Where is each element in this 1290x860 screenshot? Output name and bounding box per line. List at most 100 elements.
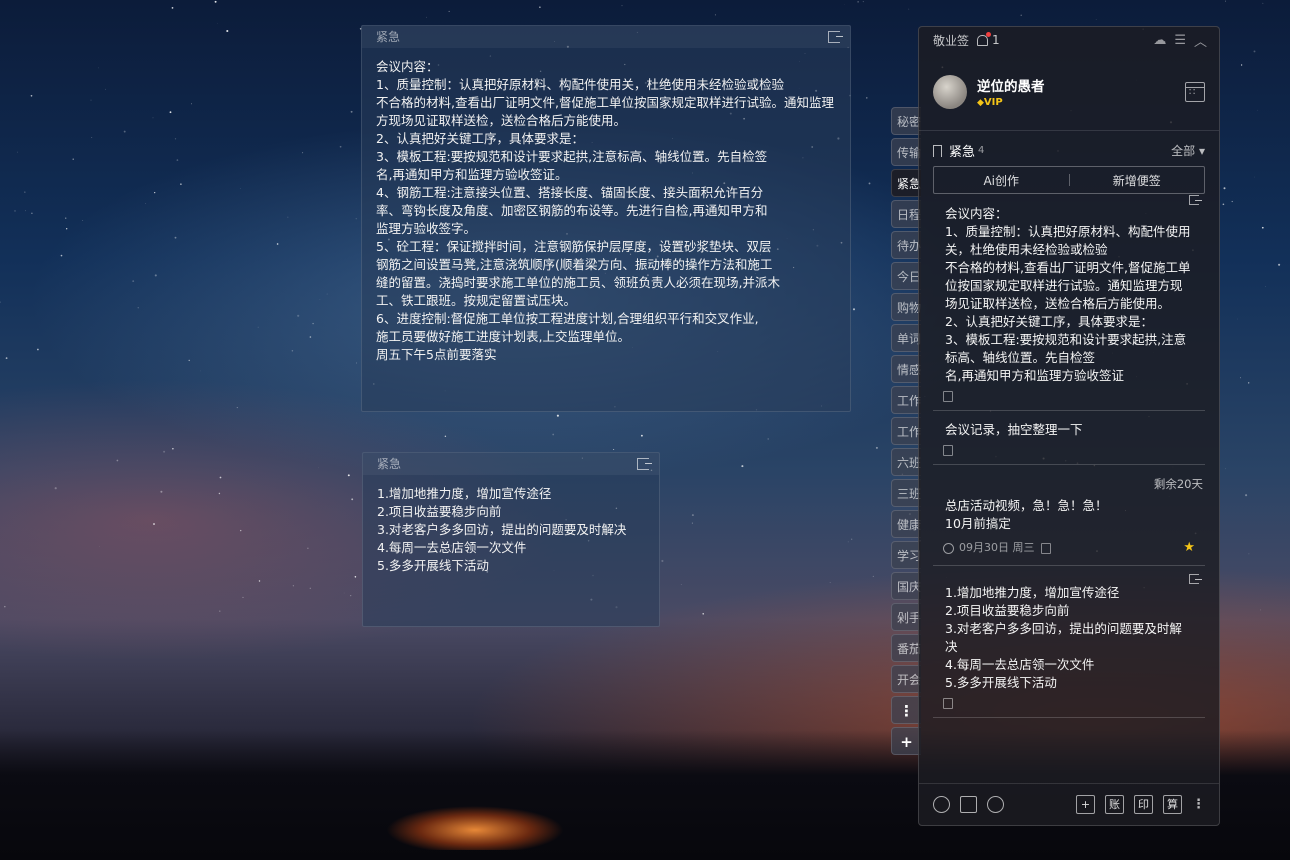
- star: [680, 584, 682, 585]
- star: [312, 322, 314, 325]
- note-content[interactable]: 会议内容： 1、质量控制：认真把好原材料、构配件使用关，杜绝使用未经检验或检验 …: [362, 48, 850, 374]
- ledger-button[interactable]: 账: [1105, 795, 1124, 814]
- collapse-icon[interactable]: ︿: [1194, 31, 1207, 50]
- add-tab-button[interactable]: +: [891, 727, 921, 755]
- tab-category[interactable]: 番茄: [891, 634, 921, 662]
- note-content[interactable]: 1.增加地推力度，增加宣传途径 2.项目收益要稳步向前 3.对老客户多多回访，提…: [363, 475, 659, 585]
- list-item[interactable]: 1.增加地推力度，增加宣传途径 2.项目收益要稳步向前 3.对老客户多多回访，提…: [933, 566, 1205, 718]
- calculator-button[interactable]: 算: [1163, 795, 1182, 814]
- checklist-icon[interactable]: [960, 796, 977, 813]
- list-item[interactable]: 会议记录，抽空整理一下: [933, 411, 1205, 465]
- star: [1248, 382, 1250, 384]
- star: [30, 94, 33, 97]
- tab-category[interactable]: 日程: [891, 200, 921, 228]
- tab-category[interactable]: 情感: [891, 355, 921, 383]
- star: [448, 10, 450, 12]
- tab-category[interactable]: 工作: [891, 417, 921, 445]
- menu-icon[interactable]: ☰: [1174, 33, 1186, 48]
- exit-icon[interactable]: [1189, 574, 1202, 584]
- search-icon[interactable]: [987, 796, 1004, 813]
- star: [174, 236, 177, 239]
- add-button[interactable]: +: [1076, 795, 1095, 814]
- star: [154, 192, 156, 194]
- star: [152, 117, 154, 119]
- tab-category[interactable]: 单词: [891, 324, 921, 352]
- attachment-icon[interactable]: [1040, 542, 1051, 554]
- note-meta: [933, 692, 1205, 709]
- star: [1261, 226, 1264, 229]
- category-title: 紧急: [949, 145, 976, 160]
- tab-category[interactable]: 国庆: [891, 572, 921, 600]
- star: [318, 467, 319, 469]
- category-tabs: 秘密 传输 紧急 日程 待办 今日 购物 单词 情感 工作 工作 六班 三班 健康 学习 国庆 剁手 番茄 开会 ⋮ +: [891, 107, 921, 758]
- star: [661, 559, 664, 563]
- exit-icon[interactable]: [828, 31, 843, 43]
- star: [132, 280, 135, 282]
- star: [191, 103, 192, 105]
- star: [1225, 0, 1226, 2]
- tab-category[interactable]: 健康: [891, 510, 921, 538]
- panel-footer: + 账 印 算 ⋮: [919, 783, 1219, 825]
- star: [908, 8, 910, 10]
- exit-icon[interactable]: [637, 458, 652, 470]
- star: [691, 522, 693, 524]
- star: [214, 0, 217, 3]
- tab-category[interactable]: 剁手: [891, 603, 921, 631]
- tab-category[interactable]: 秘密: [891, 107, 921, 135]
- more-icon[interactable]: ⋮: [1192, 797, 1205, 812]
- avatar[interactable]: [933, 74, 967, 109]
- profile-header: 逆位的愚者 VIP: [919, 53, 1219, 131]
- tab-category[interactable]: 购物: [891, 293, 921, 321]
- star: [174, 138, 177, 140]
- star: [200, 370, 201, 372]
- exit-icon[interactable]: [1189, 195, 1202, 205]
- new-note-button[interactable]: 新增便签: [1070, 172, 1205, 189]
- star: [1254, 176, 1255, 178]
- ai-create-button[interactable]: Ai创作: [934, 172, 1069, 189]
- tab-category[interactable]: 三班: [891, 479, 921, 507]
- star: [154, 274, 157, 277]
- tab-category[interactable]: 六班: [891, 448, 921, 476]
- note-list[interactable]: 会议内容： 1、质量控制：认真把好原材料、构配件使用关，杜绝使用未经检验或检验 …: [933, 187, 1205, 807]
- star: [24, 191, 26, 193]
- tab-category[interactable]: 待办: [891, 231, 921, 259]
- star: [1240, 64, 1243, 66]
- calendar-icon[interactable]: [1185, 81, 1205, 102]
- cloud-sync-icon[interactable]: ☁: [1153, 33, 1166, 48]
- list-item[interactable]: 会议内容： 1、质量控制：认真把好原材料、构配件使用关，杜绝使用未经检验或检验 …: [933, 187, 1205, 411]
- floating-note-small[interactable]: 紧急 1.增加地推力度，增加宣传途径 2.项目收益要稳步向前 3.对老客户多多回…: [362, 452, 660, 627]
- user-name[interactable]: 逆位的愚者: [977, 75, 1045, 95]
- clock-icon[interactable]: [933, 796, 950, 813]
- reminder-date[interactable]: 09月30日 周三: [959, 539, 1035, 557]
- bell-icon[interactable]: [977, 31, 992, 46]
- tab-category[interactable]: 学习: [891, 541, 921, 569]
- attachment-icon[interactable]: [943, 391, 953, 402]
- star: [180, 183, 182, 185]
- tab-category[interactable]: 紧急: [891, 169, 921, 197]
- star-icon[interactable]: ★: [1183, 539, 1195, 557]
- star: [137, 307, 139, 309]
- tab-category[interactable]: 工作: [891, 386, 921, 414]
- attachment-icon[interactable]: [943, 698, 953, 709]
- star: [309, 336, 312, 338]
- tab-category[interactable]: 今日: [891, 262, 921, 290]
- list-item[interactable]: 剩余20天 总店活动视频，急！急！急！ 10月前搞定 09月30日 周三 ★: [933, 465, 1205, 566]
- star: [539, 6, 541, 8]
- star: [219, 610, 221, 612]
- filter-dropdown[interactable]: 全部 ▾: [1171, 142, 1205, 159]
- tab-category[interactable]: 传输: [891, 138, 921, 166]
- note-header[interactable]: 紧急: [363, 453, 659, 475]
- floating-note-large[interactable]: 紧急 会议内容： 1、质量控制：认真把好原材料、构配件使用关，杜绝使用未经检验或…: [361, 25, 851, 412]
- star: [4, 605, 6, 608]
- star: [640, 434, 643, 437]
- print-button[interactable]: 印: [1134, 795, 1153, 814]
- star: [172, 448, 174, 450]
- note-header[interactable]: 紧急: [362, 26, 850, 48]
- star: [72, 158, 74, 160]
- more-tabs-icon[interactable]: ⋮: [891, 696, 921, 724]
- star: [1262, 2, 1264, 4]
- attachment-icon[interactable]: [943, 445, 953, 456]
- star: [217, 22, 218, 24]
- tab-category[interactable]: 开会: [891, 665, 921, 693]
- titlebar: 敬业签 1 ☁ ☰ ︿: [919, 27, 1219, 53]
